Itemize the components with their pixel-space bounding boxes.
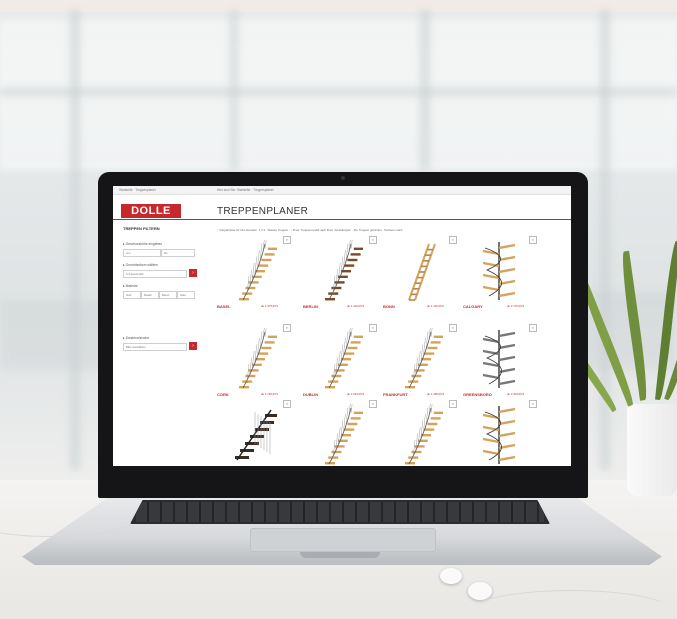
magnifier-icon[interactable]: ⌕ [283,324,291,332]
product-card[interactable]: ⌕ CALGARY ab 2.170,00 € [463,236,543,316]
staircase-image[interactable] [229,328,277,390]
product-card[interactable]: ⌕ GREENSBORO ab 2.415,00 € [463,324,543,404]
magnifier-icon[interactable]: ⌕ [369,236,377,244]
material-chip[interactable]: Glas [177,291,195,299]
material-chip[interactable]: Metall [141,291,159,299]
product-price: ab 1.790,00 € [261,392,279,396]
result-filter-bar: ↑ 3 Ergebnisse für Ihre Auswahl · 1 2 3 … [217,228,403,232]
magnifier-icon[interactable]: ⌕ [529,324,537,332]
height-from-input[interactable]: von [123,249,161,257]
magnifier-icon[interactable]: ⌕ [283,236,291,244]
product-price: ab 1.495,00 € [427,392,445,396]
webcam [341,176,345,180]
staircase-image[interactable] [315,240,363,302]
dolle-logo[interactable]: DOLLE [121,204,181,218]
product-price: ab 1.115,00 € [427,304,444,308]
height-to-input[interactable]: bis [161,249,195,257]
magnifier-icon[interactable]: ⌕ [529,236,537,244]
window-frame [0,88,677,96]
product-name[interactable]: CORK [217,392,229,397]
magnifier-icon[interactable]: ⌕ [529,400,537,408]
product-card[interactable]: ⌕ BONN ab 1.115,00 € [383,236,463,316]
filter-label-extras: ▸ Sonderwünsche [123,336,150,340]
trackpad [250,528,436,552]
breadcrumb[interactable]: Startseite · Treppenplaner [119,188,156,192]
product-price: ab 2.415,00 € [507,392,525,396]
filter-label-shape: ▸ Grundrissform wählen [123,263,158,267]
magnifier-icon[interactable]: ⌕ [283,400,291,408]
submit-arrow-icon[interactable]: › [189,342,197,350]
keyboard [130,500,550,524]
filter-label-height: ▸ Geschosshöhe eingeben [123,242,163,246]
filter-sidebar: TREPPEN FILTERN ▸ Geschosshöhe eingeben … [119,224,203,464]
product-price: ab 1.519,00 € [347,392,365,396]
lid-notch [300,552,380,558]
material-chip[interactable]: Holz [123,291,141,299]
staircase-image[interactable] [315,328,363,390]
product-card[interactable]: ⌕ BASEL ab 1.375,00 € [217,236,297,316]
product-name[interactable]: BERLIN [303,304,318,309]
staircase-image[interactable] [475,404,523,466]
material-chip[interactable]: Beton [159,291,177,299]
window-frame [70,10,80,470]
product-card[interactable]: ⌕ [383,400,463,466]
location-text: Hier sind Sie: Startseite · Treppenplane… [217,188,274,192]
staircase-image[interactable] [475,240,523,302]
staircase-image[interactable] [229,240,277,302]
product-card[interactable]: ⌕ [217,400,297,466]
page-title: TREPPENPLANER [217,206,309,217]
product-card[interactable]: ⌕ DUBLIN ab 1.519,00 € [303,324,383,404]
product-card[interactable]: ⌕ FRANKFURT ab 1.495,00 € [383,324,463,404]
product-name[interactable]: CALGARY [463,304,483,309]
staircase-image[interactable] [229,404,277,466]
product-price: ab 1.416,00 € [347,304,365,308]
earbud [468,582,492,600]
site-topbar: Startseite · Treppenplaner Hier sind Sie… [113,186,571,195]
product-name[interactable]: GREENSBORO [463,392,492,397]
header-divider [113,219,571,220]
magnifier-icon[interactable]: ⌕ [449,400,457,408]
product-name[interactable]: DUBLIN [303,392,318,397]
staircase-image[interactable] [475,328,523,390]
product-price: ab 2.170,00 € [507,304,525,308]
extras-select[interactable]: Bitte auswählen [123,343,187,351]
filter-label-material: ▸ Material [123,284,138,288]
product-card[interactable]: ⌕ CORK ab 1.790,00 € [217,324,297,404]
earbud [440,568,462,584]
staircase-image[interactable] [395,240,443,302]
photo-scene: Startseite · Treppenplaner Hier sind Sie… [0,0,677,619]
product-name[interactable]: BONN [383,304,395,309]
product-price: ab 1.375,00 € [261,304,279,308]
staircase-image[interactable] [315,404,363,466]
product-name[interactable]: FRANKFURT [383,392,408,397]
magnifier-icon[interactable]: ⌕ [449,324,457,332]
submit-arrow-icon[interactable]: › [189,269,197,277]
shape-select[interactable]: 1/4 gewendelt [123,270,187,278]
top-strip [0,0,677,10]
staircase-image[interactable] [395,328,443,390]
product-name[interactable]: BASEL [217,304,231,309]
sidebar-title: TREPPEN FILTERN [123,226,160,231]
magnifier-icon[interactable]: ⌕ [369,324,377,332]
product-card[interactable]: ⌕ BERLIN ab 1.416,00 € [303,236,383,316]
product-card[interactable]: ⌕ [303,400,383,466]
plant-pot [627,404,677,496]
staircase-image[interactable] [395,404,443,466]
product-card[interactable]: ⌕ [463,400,543,466]
laptop-screen: Startseite · Treppenplaner Hier sind Sie… [113,186,571,466]
magnifier-icon[interactable]: ⌕ [449,236,457,244]
magnifier-icon[interactable]: ⌕ [369,400,377,408]
